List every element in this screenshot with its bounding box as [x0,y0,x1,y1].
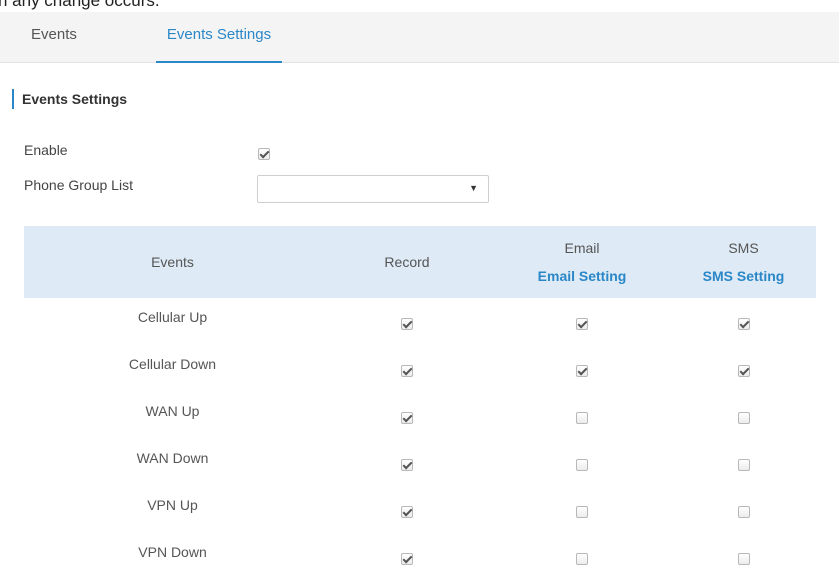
event-name: WAN Up [145,402,200,419]
email-cell [493,301,671,348]
email-cell [493,489,671,536]
table-header-row: Events Record Email Email Setting SMS SM… [24,226,816,298]
record-cell [321,442,493,489]
sms-checkbox[interactable] [737,505,750,518]
record-checkbox[interactable] [401,505,413,518]
record-cell [321,348,493,395]
sms-cell [671,395,816,442]
enable-label: Enable [24,142,68,158]
col-header-record: Record [384,254,430,270]
record-cell [321,301,493,348]
email-setting-link[interactable]: Email Setting [494,268,670,284]
email-checkbox[interactable] [576,505,588,518]
email-checkbox[interactable] [576,552,588,565]
email-checkbox[interactable] [576,364,588,377]
record-checkbox[interactable] [401,458,413,471]
section-title: Events Settings [12,89,127,109]
table-row: VPN Up [24,486,816,533]
event-name: Cellular Up [137,308,208,325]
phone-group-label: Phone Group List [24,177,133,193]
table-row: Cellular Up [24,298,816,345]
table-row: Cellular Down [24,345,816,392]
record-cell [321,489,493,536]
email-cell [493,348,671,395]
sms-cell [671,442,816,489]
email-checkbox[interactable] [576,458,588,471]
event-name: VPN Up [147,496,198,513]
col-header-events: Events [151,254,194,270]
record-checkbox[interactable] [401,317,413,330]
table-row: WAN Up [24,392,816,439]
email-checkbox[interactable] [576,317,588,330]
table-row: WAN Down [24,439,816,486]
email-checkbox[interactable] [576,411,588,424]
table-row: VPN Down [24,533,816,580]
record-cell [321,395,493,442]
event-name: VPN Down [138,543,207,560]
sms-cell [671,489,816,536]
tab-events-settings[interactable]: Events Settings [156,12,282,63]
tab-bar: Events Events Settings [0,12,839,63]
phone-group-select[interactable]: ▼ [257,175,489,203]
sms-checkbox[interactable] [737,364,750,377]
col-header-email: Email Email Setting [493,226,671,298]
email-cell [493,442,671,489]
events-table: Events Record Email Email Setting SMS SM… [24,226,816,580]
chevron-down-icon: ▼ [469,183,478,193]
cropped-document-text: n any change occurs. [0,0,160,10]
event-name: Cellular Down [128,355,217,372]
sms-checkbox[interactable] [737,317,750,330]
record-checkbox[interactable] [401,364,413,377]
sms-cell [671,348,816,395]
sms-cell [671,301,816,348]
sms-checkbox[interactable] [737,411,750,424]
sms-checkbox[interactable] [737,552,750,565]
sms-cell [671,536,816,583]
sms-setting-link[interactable]: SMS Setting [672,268,815,284]
sms-header-label: SMS [728,240,759,256]
email-cell [493,395,671,442]
record-checkbox[interactable] [401,411,413,424]
col-header-sms: SMS SMS Setting [671,226,816,298]
event-name: WAN Down [136,449,209,466]
event-rows: Cellular Up Cellular Down WAN Up WAN Down VP… [24,298,816,580]
enable-checkbox[interactable] [258,148,270,160]
sms-checkbox[interactable] [737,458,750,471]
email-cell [493,536,671,583]
record-cell [321,536,493,583]
email-header-label: Email [564,240,600,256]
tab-events[interactable]: Events [31,12,77,61]
record-checkbox[interactable] [401,552,413,565]
